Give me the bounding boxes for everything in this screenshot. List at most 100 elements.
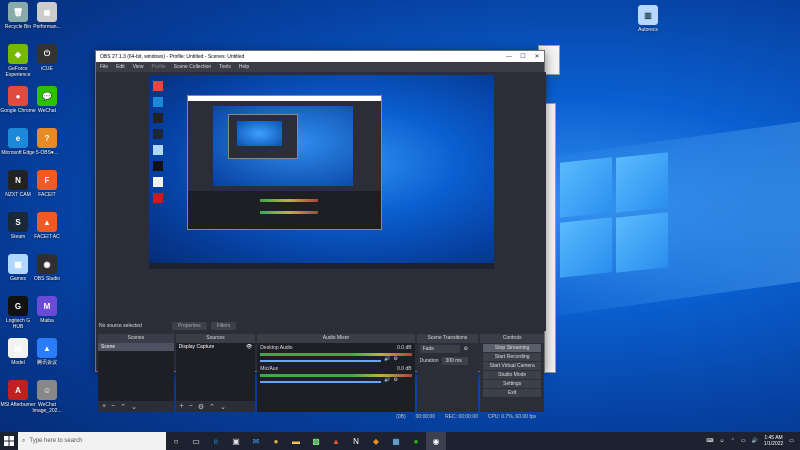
- app-icon: ?: [37, 128, 57, 148]
- system-tray: ⌨ ☺ ⌃ ▭ 🔊 1:45 AM 1/1/2022 ▭: [706, 435, 800, 447]
- tray-keyboard-icon[interactable]: ⌨: [706, 438, 713, 444]
- remove-source-icon[interactable]: −: [189, 403, 193, 410]
- nested-meter: [260, 211, 318, 214]
- source-settings-gear-icon[interactable]: ⚙: [198, 403, 204, 411]
- tray-network-icon[interactable]: ▭: [741, 438, 746, 444]
- desktop-icon[interactable]: ◼ Performan...: [29, 2, 65, 30]
- speaker-icon[interactable]: 🔊: [384, 356, 390, 362]
- mixer-channel-desktop: Desktop Audio 0.0 dB 🔊 ⚙: [257, 343, 414, 364]
- settings-button[interactable]: Settings: [483, 380, 541, 388]
- sources-dock-title: Sources: [175, 334, 256, 343]
- remove-scene-icon[interactable]: −: [111, 403, 115, 410]
- menu-file[interactable]: File: [100, 64, 108, 70]
- add-source-icon[interactable]: +: [180, 403, 184, 410]
- desktop-icon[interactable]: ▲ 腾讯会议: [29, 338, 65, 366]
- nested-preview: [213, 106, 353, 186]
- obs-taskbar-icon[interactable]: ◉: [426, 432, 446, 450]
- faceit-icon[interactable]: ▲: [326, 432, 346, 450]
- source-item[interactable]: Display Capture 👁: [176, 343, 256, 351]
- properties-button[interactable]: Properties: [171, 322, 207, 330]
- app-icon[interactable]: ◆: [366, 432, 386, 450]
- volume-slider[interactable]: [260, 359, 382, 362]
- desktop-icon[interactable]: F FACEIT: [29, 170, 65, 198]
- obs-menubar: File Edit View Profile Scene Collection …: [96, 62, 544, 72]
- maximize-button[interactable]: ☐: [516, 53, 530, 60]
- clock[interactable]: 1:45 AM 1/1/2022: [764, 435, 783, 447]
- move-down-icon[interactable]: ⌄: [131, 403, 137, 411]
- obs-window[interactable]: OBS 27.1.3 (64-bit, windows) - Profile: …: [95, 50, 546, 420]
- volume-slider[interactable]: [260, 380, 382, 383]
- mail-icon[interactable]: ✉: [246, 432, 266, 450]
- scene-item[interactable]: Scene: [98, 343, 174, 351]
- desktop-icon[interactable]: M Maiba: [29, 296, 65, 324]
- move-down-icon[interactable]: ⌄: [220, 403, 226, 411]
- obs-titlebar[interactable]: OBS 27.1.3 (64-bit, windows) - Profile: …: [96, 51, 544, 62]
- channel-gear-icon[interactable]: ⚙: [394, 356, 398, 362]
- menu-help[interactable]: Help: [239, 64, 249, 70]
- app-icon: M: [37, 296, 57, 316]
- visibility-eye-icon[interactable]: 👁: [246, 344, 252, 350]
- filters-button[interactable]: Filters: [210, 322, 237, 330]
- photos-icon[interactable]: ▦: [386, 432, 406, 450]
- desktop-icon[interactable]: ◉ OBS Studio: [29, 254, 65, 282]
- nzxt-icon[interactable]: N: [346, 432, 366, 450]
- rec-timer: REC: 00:00:00: [445, 414, 478, 420]
- move-up-icon[interactable]: ⌃: [120, 403, 126, 411]
- obs-preview-canvas[interactable]: [149, 75, 494, 269]
- close-button[interactable]: ✕: [530, 53, 544, 60]
- start-button[interactable]: [0, 432, 18, 450]
- desktop-icon[interactable]: ? 5-OBS♥...: [29, 128, 65, 156]
- sources-toolbar: + − ⚙ ⌃ ⌄: [175, 401, 256, 412]
- obs-preview-area[interactable]: [96, 72, 546, 322]
- scenes-list[interactable]: Scene: [98, 343, 174, 401]
- tray-people-icon[interactable]: ☺: [720, 438, 725, 444]
- file-explorer-icon[interactable]: ▬: [286, 432, 306, 450]
- chrome-icon[interactable]: ●: [266, 432, 286, 450]
- desktop-icon-label: FACEIT AC: [34, 234, 60, 240]
- transition-select[interactable]: Fade: [419, 345, 460, 353]
- sources-list[interactable]: Display Capture 👁: [175, 343, 256, 401]
- menu-edit[interactable]: Edit: [116, 64, 125, 70]
- duration-input[interactable]: 300 ms: [442, 357, 469, 365]
- notification-icon[interactable]: ▭: [789, 438, 794, 444]
- desktop-icon[interactable]: ▲ FACEIT AC: [29, 212, 65, 240]
- exit-button[interactable]: Exit: [483, 389, 541, 397]
- add-scene-icon[interactable]: +: [102, 403, 106, 410]
- task-view-icon[interactable]: ○: [166, 432, 186, 450]
- menu-view[interactable]: View: [133, 64, 144, 70]
- start-recording-button[interactable]: Start Recording: [483, 353, 541, 361]
- wallpaper-logo-pane: [560, 217, 612, 278]
- start-virtual-camera-button[interactable]: Start Virtual Camera: [483, 362, 541, 370]
- wallpaper-logo-pane: [560, 157, 612, 218]
- stop-streaming-button[interactable]: Stop Streaming: [483, 344, 541, 352]
- menu-profile[interactable]: Profile: [151, 64, 165, 70]
- taskbar-search[interactable]: ⌕ Type here to search: [18, 432, 166, 450]
- studio-mode-button[interactable]: Studio Mode: [483, 371, 541, 379]
- terminal-icon[interactable]: ▩: [306, 432, 326, 450]
- live-timer: 00:00:00: [415, 414, 436, 420]
- controls-body: Stop Streaming Start Recording Start Vir…: [480, 343, 544, 412]
- move-up-icon[interactable]: ⌃: [209, 403, 215, 411]
- desktop-icon[interactable]: 💬 WeChat: [29, 86, 65, 114]
- menu-tools[interactable]: Tools: [219, 64, 231, 70]
- tray-up-arrow-icon[interactable]: ⌃: [731, 438, 735, 444]
- transition-gear-icon[interactable]: ⚙: [464, 346, 468, 352]
- desktop-icon[interactable]: ☺ WeChat Image_202...: [29, 380, 65, 414]
- minimize-button[interactable]: —: [502, 54, 516, 60]
- app-icon: ◉: [37, 254, 57, 274]
- scenes-dock-title: Scenes: [98, 334, 174, 343]
- channel-gear-icon[interactable]: ⚙: [394, 377, 398, 383]
- channel-db: 0.0 dB: [397, 345, 412, 351]
- menu-scene-collection[interactable]: Scene Collection: [174, 64, 212, 70]
- desktop-icon-autorecs[interactable]: ▥ Autorecs: [630, 5, 666, 33]
- store-icon[interactable]: ▣: [226, 432, 246, 450]
- desktop-icon-label: Games: [9, 276, 27, 282]
- tray-volume-icon[interactable]: 🔊: [752, 438, 758, 444]
- multitask-icon[interactable]: ▭: [186, 432, 206, 450]
- edge-icon[interactable]: e: [206, 432, 226, 450]
- speaker-icon[interactable]: 🔊: [384, 377, 390, 383]
- transitions-body: Fade ⚙ Duration 300 ms: [416, 343, 479, 412]
- desktop-icon[interactable]: ⏻ iCUE: [29, 44, 65, 72]
- controls-title: Controls: [480, 334, 544, 343]
- wechat-icon[interactable]: ●: [406, 432, 426, 450]
